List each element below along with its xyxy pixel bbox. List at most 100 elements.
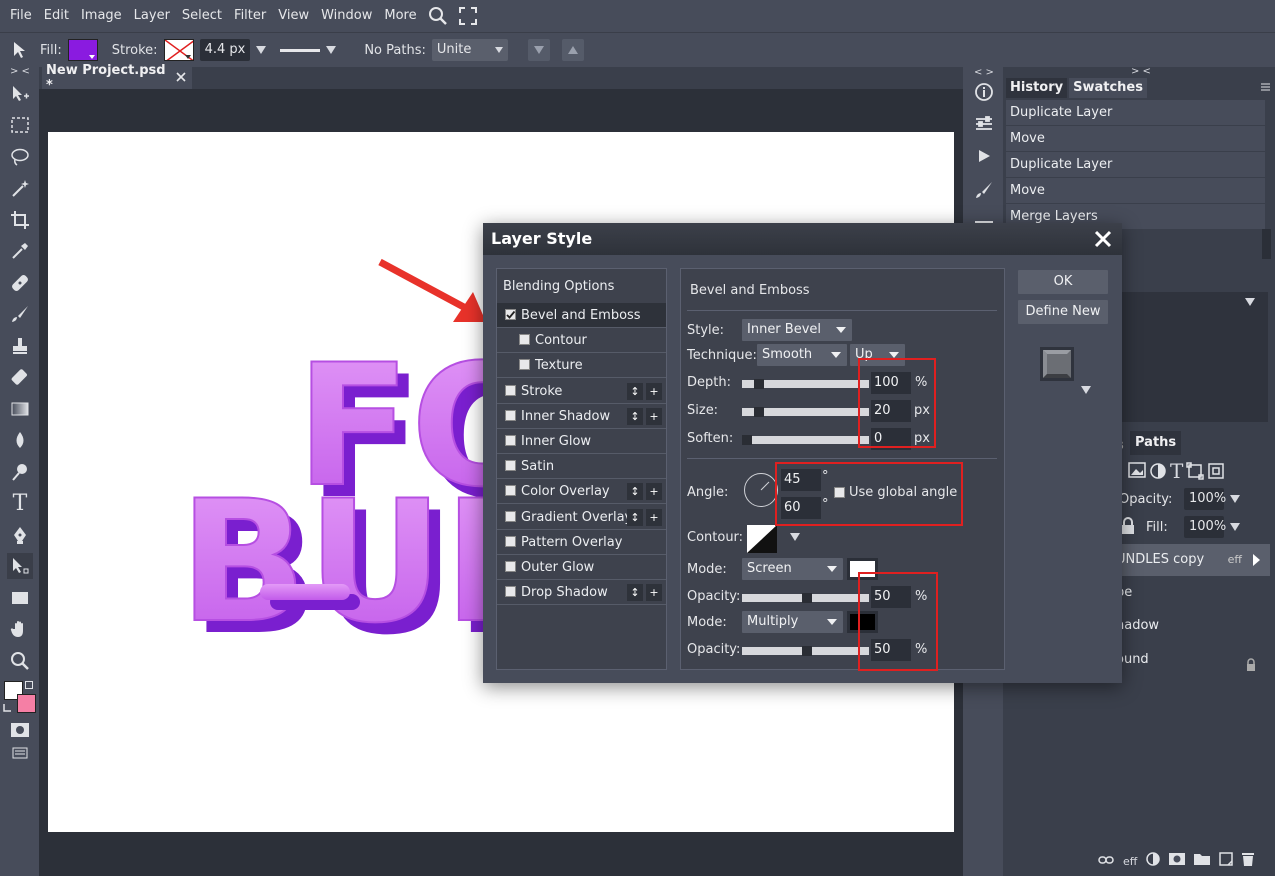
history-item[interactable]: Move [1006, 126, 1265, 152]
adjustment-filter-icon[interactable] [1149, 462, 1167, 484]
blur-tool-icon[interactable] [7, 427, 33, 453]
outer-glow-checkbox[interactable] [505, 561, 516, 572]
eraser-tool-icon[interactable] [7, 364, 33, 390]
category-bevel-emboss[interactable]: Bevel and Emboss [497, 303, 666, 328]
marquee-tool-icon[interactable] [7, 112, 33, 138]
brush-settings-icon[interactable] [971, 177, 997, 203]
category-pattern-overlay[interactable]: Pattern Overlay [497, 530, 666, 555]
tab-history[interactable]: History [1006, 78, 1068, 98]
shape-filter-icon[interactable] [1186, 462, 1205, 484]
trash-icon[interactable] [1242, 852, 1255, 870]
drop-shadow-checkbox[interactable] [505, 586, 516, 597]
add-icon[interactable]: + [646, 408, 662, 425]
new-layer-icon[interactable] [1219, 852, 1234, 870]
size-slider[interactable] [742, 407, 869, 417]
smart-filter-icon[interactable] [1207, 462, 1225, 484]
menu-select[interactable]: Select [176, 0, 228, 32]
collapse-icon[interactable]: < > [974, 67, 994, 78]
satin-checkbox[interactable] [505, 460, 516, 471]
reorder-icon[interactable]: ↕ [627, 483, 643, 500]
menu-file[interactable]: File [4, 0, 38, 32]
add-icon[interactable]: + [646, 509, 662, 526]
effects-badge[interactable]: eff [1228, 544, 1242, 576]
ok-button[interactable]: OK [1018, 270, 1108, 294]
slider-thumb[interactable] [754, 407, 764, 417]
bevel-emboss-checkbox[interactable] [505, 309, 516, 320]
fullscreen-icon[interactable] [453, 0, 483, 32]
category-gradient-overlay[interactable]: Gradient Overlay ↕ + [497, 505, 666, 530]
layer-fill-field[interactable]: 100% [1184, 516, 1226, 538]
menu-layer[interactable]: Layer [128, 0, 176, 32]
adjustment-layer-icon[interactable] [1146, 852, 1161, 870]
tab-swatches[interactable]: Swatches [1069, 78, 1147, 98]
folder-icon[interactable] [1194, 853, 1211, 869]
category-contour[interactable]: Contour [497, 328, 666, 353]
menu-edit[interactable]: Edit [38, 0, 75, 32]
screen-mode-icon[interactable] [7, 740, 33, 766]
tab-paths[interactable]: Paths [1130, 431, 1182, 455]
color-overlay-checkbox[interactable] [505, 485, 516, 496]
shape-tool-icon[interactable] [7, 585, 33, 611]
move-tool-icon[interactable] [7, 81, 33, 107]
contour-preview[interactable] [747, 525, 777, 553]
history-scrollbar[interactable] [1262, 229, 1271, 259]
category-texture[interactable]: Texture [497, 353, 666, 378]
lasso-tool-icon[interactable] [7, 144, 33, 170]
add-icon[interactable]: + [646, 584, 662, 601]
category-stroke[interactable]: Stroke ↕ + [497, 379, 666, 404]
collapse-icon[interactable]: > < [10, 66, 30, 77]
technique-select[interactable]: Smooth [757, 344, 847, 366]
shadow-mode-select[interactable]: Multiply [742, 611, 843, 633]
type-tool-icon[interactable]: T [7, 490, 33, 516]
stroke-style-line[interactable] [280, 48, 321, 52]
category-outer-glow[interactable]: Outer Glow [497, 555, 666, 580]
pattern-overlay-checkbox[interactable] [505, 536, 516, 547]
effects-button[interactable]: eff [1123, 855, 1137, 868]
chevron-down-icon[interactable] [1230, 495, 1240, 503]
inner-glow-checkbox[interactable] [505, 435, 516, 446]
history-item[interactable]: Move [1006, 178, 1265, 204]
info-icon[interactable] [971, 79, 997, 105]
chevron-down-icon[interactable] [1230, 523, 1240, 531]
menu-window[interactable]: Window [315, 0, 378, 32]
panel-menu-icon[interactable] [1261, 81, 1270, 96]
play-actions-icon[interactable] [971, 143, 997, 169]
category-satin[interactable]: Satin [497, 454, 666, 479]
close-icon[interactable] [176, 71, 186, 86]
add-icon[interactable]: + [646, 483, 662, 500]
lock-icon[interactable] [1121, 517, 1135, 539]
stroke-width-dropdown-icon[interactable] [256, 46, 267, 54]
inner-shadow-checkbox[interactable] [505, 410, 516, 421]
zoom-tool-icon[interactable] [7, 648, 33, 674]
style-select[interactable]: Inner Bevel [742, 319, 852, 341]
hand-tool-icon[interactable] [7, 616, 33, 642]
category-inner-glow[interactable]: Inner Glow [497, 429, 666, 454]
reorder-icon[interactable]: ↕ [627, 383, 643, 400]
type-filter-icon[interactable]: T [1170, 461, 1183, 484]
adjustments-icon[interactable] [971, 111, 997, 137]
swap-colors-icon[interactable] [25, 681, 33, 689]
soften-slider[interactable] [742, 435, 869, 445]
define-new-button[interactable]: Define New [1018, 300, 1108, 324]
stroke-style-dropdown-icon[interactable] [326, 46, 337, 54]
close-icon[interactable] [1090, 226, 1116, 252]
paths-mode-select[interactable]: Unite [431, 39, 508, 61]
move-down-button[interactable] [527, 39, 550, 61]
stroke-swatch[interactable] [163, 39, 194, 61]
move-up-button[interactable] [561, 39, 584, 61]
pen-tool-icon[interactable] [7, 522, 33, 548]
crop-tool-icon[interactable] [7, 207, 33, 233]
collapse-icon[interactable]: > < [1131, 66, 1151, 77]
brush-tool-icon[interactable] [7, 301, 33, 327]
layer-opacity-field[interactable]: 100% [1184, 488, 1226, 510]
menu-view[interactable]: View [272, 0, 315, 32]
slider-thumb[interactable] [802, 646, 812, 656]
contour-checkbox[interactable] [519, 334, 530, 345]
category-blending-options[interactable]: Blending Options [497, 274, 666, 299]
path-select-tool-icon[interactable] [8, 37, 34, 63]
dodge-tool-icon[interactable] [7, 459, 33, 485]
add-icon[interactable]: + [646, 383, 662, 400]
texture-checkbox[interactable] [519, 359, 530, 370]
healing-tool-icon[interactable] [7, 270, 33, 296]
document-tab[interactable]: New Project.psd * [42, 63, 192, 93]
